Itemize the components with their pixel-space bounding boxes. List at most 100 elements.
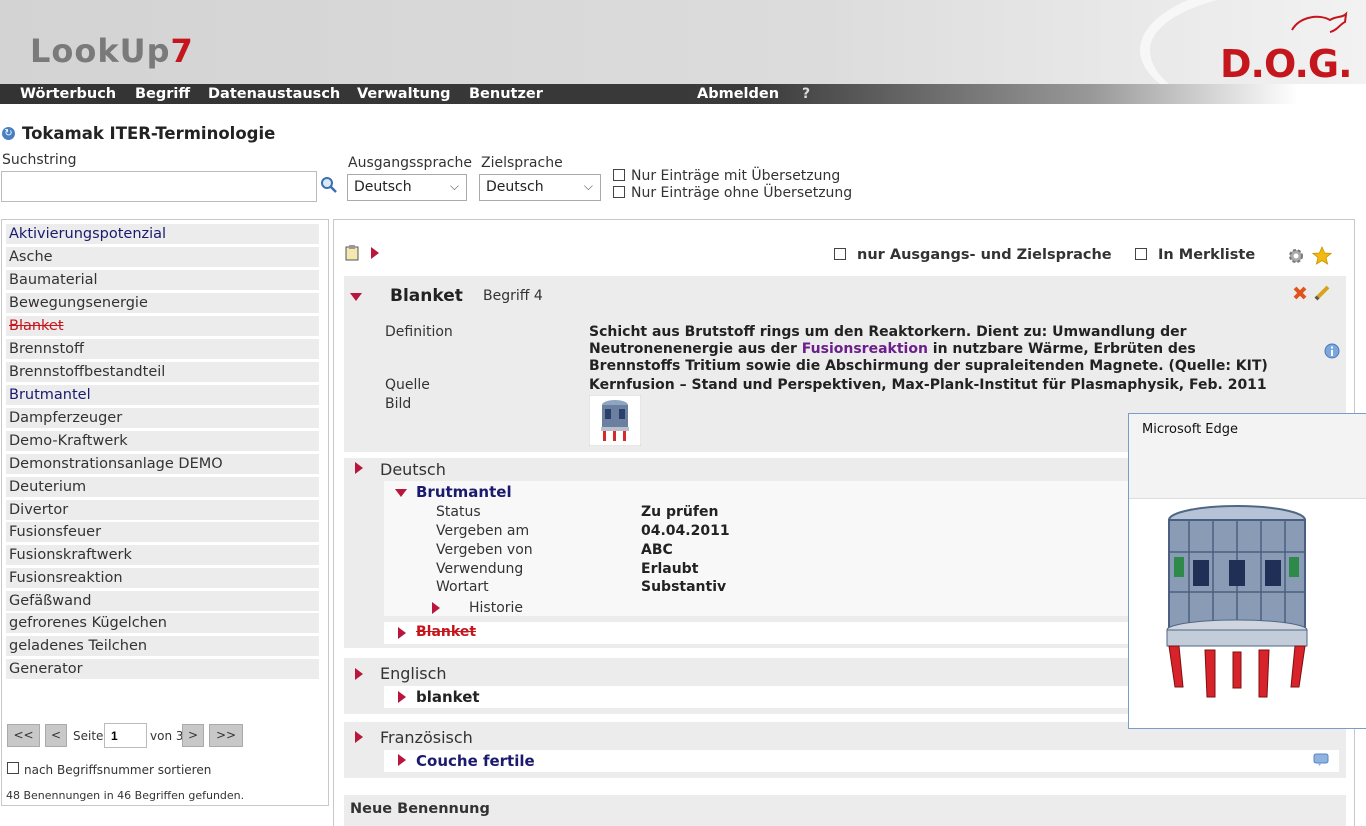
- page-of-label: von 3: [150, 729, 184, 743]
- definition-line-1: Schicht aus Brutstoff rings um den Reakt…: [589, 324, 1187, 340]
- info-icon[interactable]: [1324, 343, 1340, 359]
- sort-by-number-checkbox[interactable]: [7, 762, 19, 774]
- delete-icon[interactable]: [1292, 285, 1308, 301]
- source-lang-value: Deutsch: [354, 179, 412, 195]
- source-lang-select[interactable]: Deutsch ⌵: [347, 174, 467, 201]
- language-german: Deutsch: [380, 460, 446, 479]
- list-item[interactable]: Fusionskraftwerk: [6, 545, 319, 565]
- list-item[interactable]: Asche: [6, 247, 319, 267]
- result-count: 48 Benennungen in 46 Begriffen gefunden.: [6, 789, 245, 802]
- nav-benutzer[interactable]: Benutzer: [469, 86, 543, 102]
- expand-arrow-icon[interactable]: [355, 731, 363, 743]
- target-lang-value: Deutsch: [486, 179, 544, 195]
- list-item[interactable]: Brutmantel: [6, 385, 319, 405]
- nav-datenaustausch[interactable]: Datenaustausch: [208, 86, 340, 102]
- english-term-row: [384, 686, 1144, 708]
- list-item[interactable]: Fusionsreaktion: [6, 568, 319, 588]
- edit-pencil-icon[interactable]: [1313, 284, 1331, 302]
- source-label: Quelle: [385, 377, 430, 393]
- comment-icon[interactable]: [1313, 753, 1329, 767]
- list-item[interactable]: Brennstoff: [6, 339, 319, 359]
- list-item[interactable]: Brennstoffbestandteil: [6, 362, 319, 382]
- new-term-label[interactable]: Neue Benennung: [350, 801, 490, 817]
- help-icon[interactable]: ?: [802, 86, 810, 102]
- page-title: Tokamak ITER-Terminologie: [22, 124, 276, 143]
- source-target-only-checkbox[interactable]: [834, 248, 846, 260]
- partner-logo: D.O.G.: [1220, 42, 1353, 84]
- next-page-button[interactable]: >: [182, 724, 204, 747]
- expand-arrow-icon[interactable]: [398, 691, 406, 703]
- collapse-arrow-icon[interactable]: [395, 489, 407, 497]
- app-header: LookUp7 D.O.G.: [0, 0, 1366, 84]
- german-term-2[interactable]: Blanket: [416, 624, 476, 640]
- list-item[interactable]: Blanket: [6, 316, 319, 336]
- list-item[interactable]: Fusionsfeuer: [6, 522, 319, 542]
- nav-woerterbuch[interactable]: Wörterbuch: [20, 86, 116, 102]
- list-item[interactable]: Deuterium: [6, 477, 319, 497]
- refresh-icon[interactable]: ↻: [2, 127, 15, 140]
- watchlist-checkbox[interactable]: [1135, 248, 1147, 260]
- list-item[interactable]: Divertor: [6, 500, 319, 520]
- expand-arrow-icon[interactable]: [398, 754, 406, 766]
- page-label: Seite: [73, 729, 104, 743]
- chevron-down-icon: ⌵: [449, 179, 459, 193]
- filter-without-translation-checkbox[interactable]: [613, 186, 625, 198]
- list-item[interactable]: Bewegungsenergie: [6, 293, 319, 313]
- list-item[interactable]: Dampferzeuger: [6, 408, 319, 428]
- gear-icon[interactable]: [1287, 247, 1305, 265]
- tokamak-thumbnail-image[interactable]: [589, 395, 641, 446]
- list-item[interactable]: Generator: [6, 659, 319, 679]
- nav-logout[interactable]: Abmelden: [697, 86, 779, 102]
- new-term-section[interactable]: [344, 795, 1346, 826]
- german-term-2-row: [384, 622, 1144, 644]
- german-term-1[interactable]: Brutmantel: [416, 483, 512, 501]
- target-lang-label: Zielsprache: [481, 155, 563, 171]
- source-lang-label: Ausgangssprache: [348, 155, 472, 171]
- image-label: Bild: [385, 396, 412, 412]
- prev-page-button[interactable]: <: [45, 724, 67, 747]
- nav-verwaltung[interactable]: Verwaltung: [357, 86, 451, 102]
- source-target-only-label: nur Ausgangs- und Zielsprache: [857, 247, 1112, 263]
- pos-value: Substantiv: [641, 579, 727, 595]
- search-input[interactable]: [1, 171, 317, 202]
- definition-label: Definition: [385, 324, 453, 340]
- history-link[interactable]: Historie: [469, 600, 523, 616]
- watchlist-label: In Merkliste: [1158, 247, 1256, 263]
- expand-arrow-icon[interactable]: [355, 668, 363, 680]
- list-item[interactable]: Baumaterial: [6, 270, 319, 290]
- status-value: Zu prüfen: [641, 504, 719, 520]
- assigned-by-value: ABC: [641, 542, 673, 558]
- collapse-arrow-icon[interactable]: [350, 293, 362, 301]
- main-nav: Wörterbuch Begriff Datenaustausch Verwal…: [0, 84, 1366, 104]
- search-label: Suchstring: [2, 152, 77, 168]
- english-term[interactable]: blanket: [416, 688, 480, 706]
- popup-titlebar: Microsoft Edge: [1129, 414, 1366, 499]
- expand-arrow-icon[interactable]: [355, 462, 363, 474]
- french-term[interactable]: Couche fertile: [416, 752, 535, 770]
- first-page-button[interactable]: <<: [7, 724, 40, 747]
- definition-line-3: Brennstoffs Tritium sowie die Abschirmun…: [589, 358, 1268, 374]
- list-item[interactable]: Aktivierungspotenzial: [6, 224, 319, 244]
- tokamak-preview-image: [1166, 505, 1308, 698]
- list-item[interactable]: Demonstrationsanlage DEMO: [6, 454, 319, 474]
- star-icon[interactable]: [1312, 246, 1332, 265]
- list-item[interactable]: Demo-Kraftwerk: [6, 431, 319, 451]
- target-lang-select[interactable]: Deutsch ⌵: [479, 174, 601, 201]
- page-input[interactable]: [104, 723, 147, 748]
- expand-arrow-icon[interactable]: [432, 602, 440, 614]
- assigned-on-label: Vergeben am: [436, 523, 530, 539]
- expand-arrow-icon[interactable]: [371, 247, 379, 259]
- list-item[interactable]: geladenes Teilchen: [6, 636, 319, 656]
- expand-arrow-icon[interactable]: [398, 627, 406, 639]
- list-item[interactable]: gefrorenes Kügelchen: [6, 613, 319, 633]
- last-page-button[interactable]: >>: [209, 724, 243, 747]
- search-icon[interactable]: [320, 176, 338, 194]
- pos-label: Wortart: [436, 579, 489, 595]
- filter-with-translation-checkbox[interactable]: [613, 169, 625, 181]
- definition-link[interactable]: Fusionsreaktion: [802, 341, 928, 357]
- list-item[interactable]: Gefäßwand: [6, 591, 319, 611]
- concept-title: Blanket: [390, 286, 463, 306]
- status-label: Status: [436, 504, 481, 520]
- nav-begriff[interactable]: Begriff: [135, 86, 190, 102]
- clipboard-icon[interactable]: [345, 245, 359, 261]
